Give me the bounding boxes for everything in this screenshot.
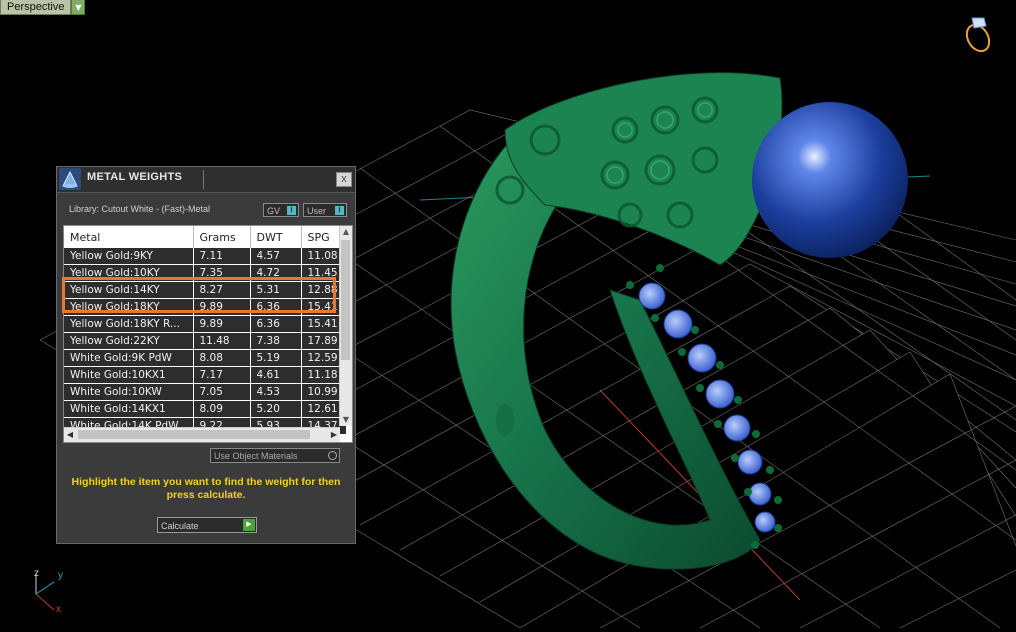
cell-dwt: 4.61 [250,366,302,384]
viewport-label-tab[interactable]: Perspective ▼ [0,0,86,15]
metal-table[interactable]: Metal Grams DWT SPG Yellow Gold:9KY 7.11 4… [63,225,353,443]
cell-metal: White Gold:10KX1 [64,366,194,384]
cell-metal: Yellow Gold:9KY [64,248,194,265]
table-row[interactable]: White Gold:10KW 7.05 4.53 10.99 [64,383,347,401]
table-row[interactable]: Yellow Gold:9KY 7.11 4.57 11.08 [64,248,347,265]
panel-title: METAL WEIGHTS [87,171,183,183]
table-row[interactable]: White Gold:10KX1 7.17 4.61 11.18 [64,366,347,384]
use-object-materials-label: Use Object Materials [214,451,298,461]
axis-z-label: z [34,568,39,579]
scroll-left-icon[interactable]: ◀ [64,428,76,442]
cell-dwt: 5.20 [250,400,302,418]
cell-metal: Yellow Gold:22KY [64,332,194,350]
cell-grams: 7.05 [193,383,251,401]
scroll-right-icon[interactable]: ▶ [328,428,340,442]
close-button[interactable]: x [336,172,352,187]
horizontal-scroll-thumb[interactable] [78,430,310,439]
viewport-label[interactable]: Perspective [0,0,72,15]
metal-weights-icon [59,168,81,190]
column-header-grams[interactable]: Grams [193,226,251,248]
radio-icon [328,451,337,460]
cell-metal: White Gold:14KX1 [64,400,194,418]
calculate-button[interactable]: Calculate ▶ [157,517,257,533]
cell-grams: 8.08 [193,349,251,367]
cell-dwt: 7.38 [250,332,302,350]
table-header-row: Metal Grams DWT SPG [64,226,347,248]
cell-dwt: 4.53 [250,383,302,401]
vertical-scrollbar[interactable]: ▲ ▼ [339,226,352,426]
user-label: User [307,206,327,216]
cell-metal: White Gold:10KW [64,383,194,401]
cell-metal: White Gold:9K PdW [64,349,194,367]
gv-label: GV [267,206,281,216]
gv-toggle-icon: I [287,206,296,215]
scroll-up-icon[interactable]: ▲ [340,226,352,238]
table-row[interactable]: White Gold:9K PdW 8.08 5.19 12.59 [64,349,347,367]
table-body: Yellow Gold:9KY 7.11 4.57 11.08 Yellow Gold… [64,248,347,435]
gv-toggle[interactable]: GV I [263,203,299,217]
cell-grams: 11.48 [193,332,251,350]
scroll-down-icon[interactable]: ▼ [340,414,352,426]
table-row[interactable]: Yellow Gold:18KY R... 9.89 6.36 15.41 [64,315,347,333]
close-icon: x [341,173,347,185]
view-cube-icon[interactable] [958,14,998,60]
table-row[interactable]: White Gold:14KX1 8.09 5.20 12.61 [64,400,347,418]
selection-highlight [62,277,336,313]
cell-grams: 8.09 [193,400,251,418]
column-header-dwt[interactable]: DWT [250,226,302,248]
cell-dwt: 6.36 [250,315,302,333]
vertical-scroll-thumb[interactable] [341,240,350,360]
use-object-materials-toggle[interactable]: Use Object Materials [210,448,340,463]
cell-dwt: 4.57 [250,248,302,265]
cell-grams: 7.17 [193,366,251,384]
column-header-metal[interactable]: Metal [64,226,194,248]
pearl-stone [752,102,908,258]
instruction-text: Highlight the item you want to find the … [71,476,341,501]
user-toggle-icon: I [335,206,344,215]
metal-weights-panel: METAL WEIGHTS x Library: Cutout White - … [56,166,356,544]
axis-y-label: y [58,570,63,581]
cell-dwt: 5.19 [250,349,302,367]
library-label: Library: Cutout White - (Fast)-Metal [69,204,211,214]
axis-tripod: z y x [30,568,70,622]
cell-grams: 7.11 [193,248,251,265]
axis-x-label: x [56,604,61,615]
title-divider [203,170,204,189]
cell-metal: Yellow Gold:18KY R... [64,315,194,333]
panel-titlebar[interactable]: METAL WEIGHTS x [57,167,355,193]
user-toggle[interactable]: User I [303,203,347,217]
metal-weights-table: Metal Grams DWT SPG Yellow Gold:9KY 7.11 4… [64,226,347,435]
library-row: Library: Cutout White - (Fast)-Metal GV … [57,203,355,219]
viewport-menu-arrow-icon[interactable]: ▼ [71,0,86,15]
cell-grams: 9.89 [193,315,251,333]
calculate-label: Calculate [161,521,199,531]
play-arrow-icon: ▶ [243,519,255,531]
horizontal-scrollbar[interactable]: ◀ ▶ [64,427,340,442]
table-row[interactable]: Yellow Gold:22KY 11.48 7.38 17.89 [64,332,347,350]
